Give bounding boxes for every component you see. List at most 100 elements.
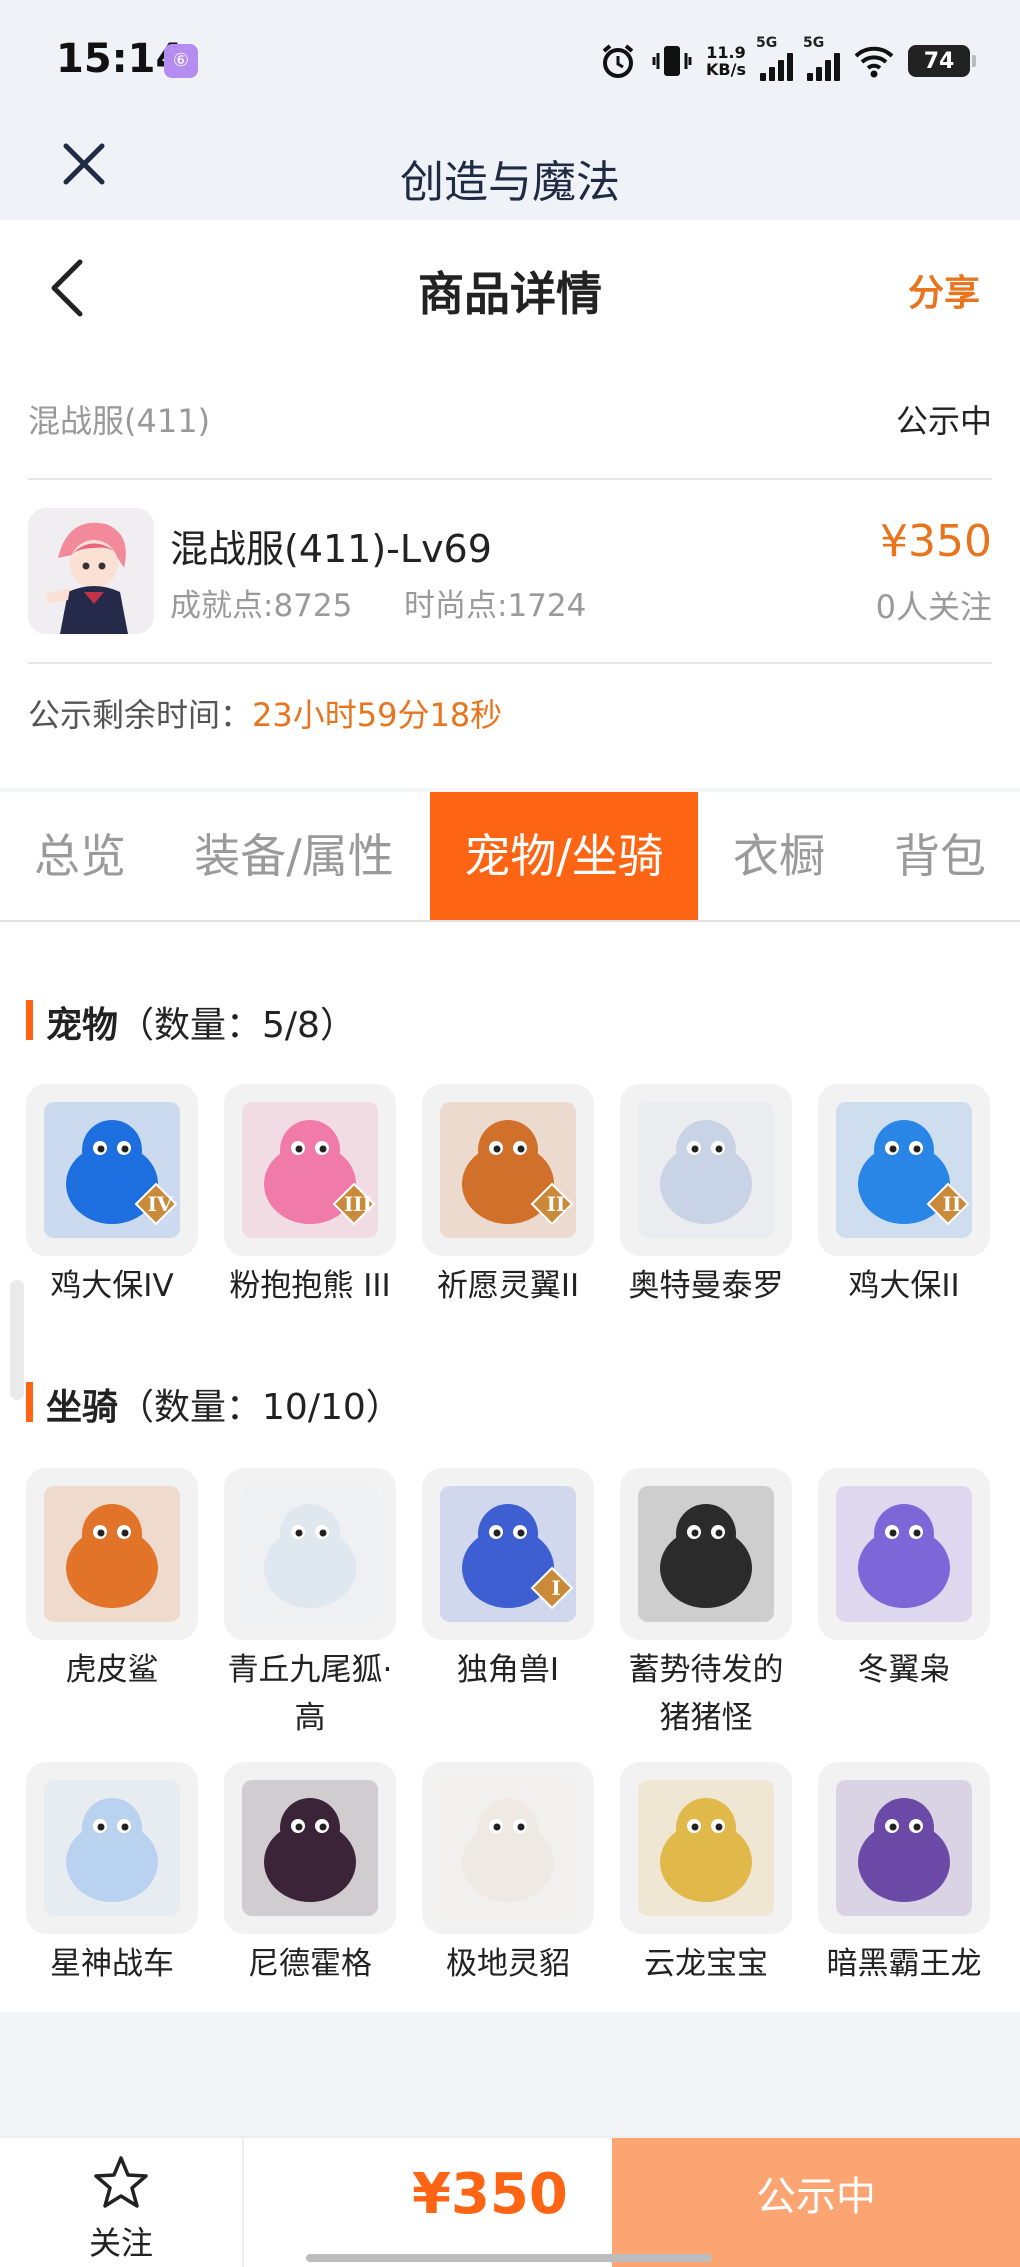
bottom-price: ¥350	[412, 2162, 568, 2227]
mount-item[interactable]: 冬翼枭	[818, 1468, 990, 1694]
battery-icon: 74	[908, 45, 976, 77]
pet-name: 鸡大保II	[848, 1268, 960, 1304]
bottom-action-bar: 关注 ¥350 公示中	[0, 2136, 1020, 2267]
mount-name: 尼德霍格	[248, 1946, 372, 1982]
creature-image-icon	[242, 1102, 378, 1238]
mount-thumbnail	[620, 1468, 792, 1640]
character-avatar	[28, 508, 154, 634]
publicity-status-button[interactable]: 公示中	[612, 2138, 1020, 2267]
product-card: 混战服(411) 公示中 混战服(411)-Lv69 成就点:8725 时尚点:…	[0, 360, 1020, 788]
mount-name: 星神战车	[50, 1946, 174, 1982]
mount-name: 独角兽I	[456, 1652, 560, 1688]
mount-item[interactable]: 云龙宝宝	[620, 1762, 792, 1988]
mount-thumbnail	[26, 1468, 198, 1640]
mount-item[interactable]: 虎皮鲨	[26, 1468, 198, 1694]
creature-image-icon	[242, 1486, 378, 1622]
mount-thumbnail	[26, 1762, 198, 1934]
tab-overview[interactable]: 总览	[0, 792, 160, 920]
pet-name: 奥特曼泰罗	[628, 1268, 784, 1304]
creature-image-icon	[44, 1102, 180, 1238]
server-row: 混战服(411) 公示中	[28, 360, 992, 480]
character-row[interactable]: 混战服(411)-Lv69 成就点:8725 时尚点:1724 ¥350 0人关…	[28, 480, 992, 664]
mount-name: 极地灵貂	[446, 1946, 570, 1982]
home-indicator	[306, 2254, 712, 2262]
creature-image-icon	[836, 1780, 972, 1916]
mount-name: 青丘九尾狐·高	[227, 1652, 393, 1736]
tab-wardrobe[interactable]: 衣橱	[712, 792, 846, 920]
creature-image-icon	[638, 1780, 774, 1916]
wifi-icon	[854, 46, 894, 78]
mount-item[interactable]: 蓄势待发的猪猪怪	[620, 1468, 792, 1742]
creature-image-icon	[440, 1780, 576, 1916]
creature-image-icon	[836, 1486, 972, 1622]
network-speed-unit: KB/s	[706, 60, 746, 79]
mount-name: 虎皮鲨	[65, 1652, 159, 1688]
pets-mounts-panel: 宠物（数量：5/8） IV 鸡大保IV III 粉抱抱熊 III II 祈愿灵翼II 奥特曼…	[0, 922, 1020, 2012]
fashion-points: 时尚点:1724	[404, 588, 587, 624]
tab-equipment[interactable]: 装备/属性	[176, 792, 412, 920]
follow-button[interactable]: 关注	[0, 2138, 244, 2267]
character-portrait-icon	[28, 508, 154, 634]
mount-item[interactable]: 极地灵貂	[422, 1762, 594, 1988]
tab-bar: 总览 装备/属性 宠物/坐骑 衣橱 背包	[0, 792, 1020, 922]
app-title-bar: 创造与魔法	[0, 120, 1020, 220]
alarm-icon	[602, 44, 634, 78]
mount-thumbnail	[422, 1762, 594, 1934]
product-price: ¥350	[880, 516, 992, 567]
creature-image-icon	[440, 1102, 576, 1238]
mount-item[interactable]: I 独角兽I	[422, 1468, 594, 1694]
creature-image-icon	[44, 1780, 180, 1916]
rank-badge: IV	[147, 1192, 173, 1216]
tab-pets-mounts[interactable]: 宠物/坐骑	[430, 792, 698, 920]
achievement-points: 成就点:8725	[170, 588, 353, 624]
mount-name: 暗黑霸王龙	[826, 1946, 982, 1982]
creature-image-icon	[836, 1102, 972, 1238]
countdown-label: 公示剩余时间：	[28, 696, 253, 734]
creature-image-icon	[44, 1486, 180, 1622]
pet-thumbnail: II	[818, 1084, 990, 1256]
pet-thumbnail: IV	[26, 1084, 198, 1256]
follow-label: 关注	[88, 2224, 153, 2262]
pet-name: 粉抱抱熊 III	[229, 1268, 391, 1304]
pet-item[interactable]: IV 鸡大保IV	[26, 1084, 198, 1310]
mount-item[interactable]: 尼德霍格	[224, 1762, 396, 1988]
publication-status: 公示中	[895, 402, 992, 440]
star-icon	[94, 2156, 148, 2208]
mount-thumbnail	[224, 1762, 396, 1934]
creature-image-icon	[440, 1486, 576, 1622]
pet-thumbnail	[620, 1084, 792, 1256]
status-icons: 11.9 KB/s 5G 5G 74	[598, 35, 976, 84]
pets-count: （数量：5/8）	[118, 1005, 356, 1046]
network-speed-value: 11.9	[706, 43, 746, 62]
mount-thumbnail	[818, 1468, 990, 1640]
pet-item[interactable]: III 粉抱抱熊 III	[224, 1084, 396, 1310]
creature-image-icon	[638, 1102, 774, 1238]
status-bar: 15:14 ⑥ 11.9 KB/s 5G 5G 74	[0, 0, 1020, 120]
mounts-count: （数量：10/10）	[118, 1387, 402, 1428]
edge-swipe-handle[interactable]	[10, 1280, 24, 1400]
mount-thumbnail	[224, 1468, 396, 1640]
page-title: 商品详情	[418, 267, 602, 321]
countdown-row: 公示剩余时间：23小时59分18秒	[28, 690, 502, 736]
page-header: 商品详情 分享	[0, 220, 1020, 360]
mounts-section-title: 坐骑（数量：10/10）	[26, 1378, 402, 1430]
mount-thumbnail	[620, 1762, 792, 1934]
character-name: 混战服(411)-Lv69	[170, 527, 492, 571]
vibrate-icon	[652, 46, 692, 76]
pet-item[interactable]: II 祈愿灵翼II	[422, 1084, 594, 1310]
pet-name: 鸡大保IV	[50, 1268, 174, 1304]
rank-badge: II	[546, 1192, 566, 1216]
mount-item[interactable]: 星神战车	[26, 1762, 198, 1988]
pet-item[interactable]: 奥特曼泰罗	[620, 1084, 792, 1310]
pet-item[interactable]: II 鸡大保II	[818, 1084, 990, 1310]
share-button[interactable]: 分享	[908, 264, 980, 316]
app-title: 创造与魔法	[400, 157, 620, 208]
mount-item[interactable]: 青丘九尾狐·高	[224, 1468, 396, 1742]
tab-backpack[interactable]: 背包	[870, 792, 1010, 920]
rank-badge: II	[942, 1192, 962, 1216]
pets-section-title: 宠物（数量：5/8）	[26, 996, 356, 1048]
pets-title: 宠物	[46, 1005, 119, 1046]
sim2-label: 5G	[803, 35, 825, 51]
mount-item[interactable]: 暗黑霸王龙	[818, 1762, 990, 1988]
creature-image-icon	[242, 1780, 378, 1916]
